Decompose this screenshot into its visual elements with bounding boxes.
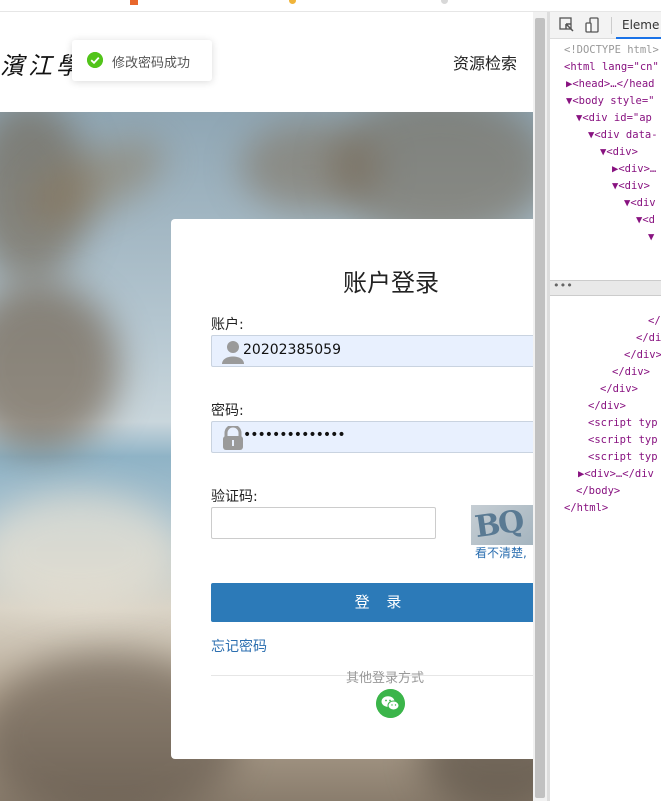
captcha-input[interactable]	[211, 507, 436, 539]
scrollbar-thumb[interactable]	[535, 18, 545, 798]
browser-tab-favicon	[289, 0, 296, 4]
captcha-label: 验证码:	[211, 489, 258, 505]
other-login-methods: 其他登录方式	[346, 671, 425, 686]
dom-node-line[interactable]: <script typ	[588, 451, 658, 463]
captcha-refresh-link[interactable]: 看不清楚,	[475, 544, 527, 561]
dom-node-line[interactable]: </div>	[588, 400, 626, 412]
dom-node-line[interactable]: <html lang="cn"	[564, 61, 659, 73]
user-icon	[222, 341, 244, 364]
forgot-password-link[interactable]: 忘记密码	[211, 636, 267, 656]
dom-node-line[interactable]: ▼<div	[624, 197, 656, 209]
dom-node-line[interactable]: </di	[636, 332, 661, 344]
login-title: 账户登录	[343, 269, 439, 297]
tab-elements[interactable]: Eleme	[622, 18, 659, 32]
page-scrollbar[interactable]	[533, 12, 547, 801]
wechat-icon[interactable]	[376, 689, 405, 718]
devtools-drawer-separator[interactable]: •••	[550, 279, 661, 296]
dom-node-line[interactable]: </	[648, 315, 661, 327]
browser-tab-favicon	[441, 0, 448, 4]
dom-node-line[interactable]: </body>	[576, 485, 620, 497]
login-card: 账户登录 账户: 20202385059 密码: •••••••••••••• …	[171, 219, 533, 759]
dom-node-line[interactable]: ▼<div id="ap	[576, 112, 652, 124]
dom-node-line[interactable]: ▼<div>	[612, 180, 650, 192]
captcha-text: BQ	[472, 505, 525, 545]
browser-tab-favicon	[130, 0, 138, 5]
dom-node-line[interactable]: </div>	[612, 366, 650, 378]
browser-top-strip	[0, 0, 661, 12]
account-value: 20202385059	[243, 342, 341, 358]
account-label: 账户:	[211, 317, 244, 333]
dom-node-line[interactable]: <script typ	[588, 417, 658, 429]
dom-node-line[interactable]: <!DOCTYPE html>	[564, 44, 659, 56]
dom-node-line[interactable]: <script typ	[588, 434, 658, 446]
tab-active-indicator	[616, 37, 661, 39]
dom-node-line[interactable]: ▶<div>…</div	[578, 468, 654, 480]
separator-dots: •••	[553, 279, 573, 292]
dom-node-line[interactable]: </html>	[564, 502, 608, 514]
check-circle-icon	[87, 52, 103, 68]
account-field[interactable]: 20202385059	[211, 335, 533, 367]
password-label: 密码:	[211, 403, 244, 419]
dom-node-line[interactable]: ▼<div data-	[588, 129, 658, 141]
nav-resource-search[interactable]: 资源检索	[453, 50, 517, 74]
toast-message: 修改密码成功	[112, 56, 191, 71]
inspect-element-icon[interactable]	[559, 17, 575, 33]
dom-node-line[interactable]: </div>	[624, 349, 661, 361]
devtools-panel: Eleme <!DOCTYPE html> <html lang="cn" ▶<he…	[550, 12, 661, 801]
lock-icon	[223, 426, 243, 450]
webpage: 濱江學 资源检索 账户登录 账户: 20202385059 密码: ••••••…	[0, 12, 533, 801]
login-button[interactable]: 登 录	[211, 583, 533, 622]
dom-node-line[interactable]: ▶<div>…	[612, 163, 656, 175]
dom-node-line[interactable]: ▼<div>	[600, 146, 638, 158]
dom-node-line[interactable]: ▼<d	[636, 214, 655, 226]
success-toast: 修改密码成功	[72, 40, 212, 81]
captcha-image[interactable]: BQ	[471, 505, 533, 545]
password-field[interactable]: ••••••••••••••	[211, 421, 533, 453]
devtools-toolbar: Eleme	[550, 12, 661, 39]
dom-node-line[interactable]: ▼	[648, 231, 654, 243]
dom-node-line[interactable]: ▼<body style="	[566, 95, 655, 107]
password-value: ••••••••••••••	[243, 427, 346, 443]
dom-node-line[interactable]: </div>	[600, 383, 638, 395]
device-toolbar-icon[interactable]	[585, 17, 601, 33]
dom-node-line[interactable]: ▶<head>…</head	[566, 78, 655, 90]
